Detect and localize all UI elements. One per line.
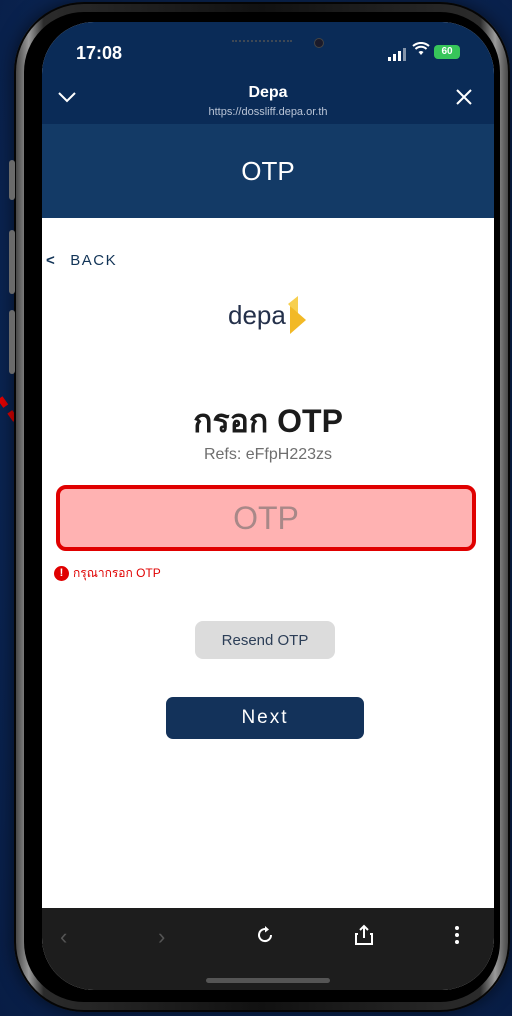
status-bar: 17:08 60 [42,22,494,82]
error-text: กรุณากรอก OTP [73,566,161,580]
depa-logo: depa [228,300,286,330]
resend-otp-button[interactable]: Resend OTP [195,621,335,659]
volume-up-button [9,230,15,294]
camera-icon [314,38,324,48]
forward-arrow-icon[interactable]: › [158,924,165,950]
error-icon: ! [54,566,69,581]
logo-mark-arrow [290,306,306,334]
battery-indicator: 60 [434,45,460,59]
status-time: 17:08 [76,43,123,63]
more-icon[interactable] [454,924,460,952]
close-icon[interactable] [454,86,474,114]
otp-input[interactable] [56,485,476,551]
side-button [9,160,15,200]
back-arrow-icon[interactable]: ‹ [60,924,67,950]
home-indicator [206,978,330,983]
share-icon[interactable] [354,924,374,952]
browser-header: Depa https://dossliff.depa.or.th [42,82,494,124]
refs-code: Refs: eFfpH223zs [203,446,333,463]
volume-down-button [9,310,15,374]
chevron-left-icon: < [46,252,57,269]
error-message: ! กรุณากรอก OTP [54,564,161,583]
form-title: กรอก OTP [193,403,343,439]
wifi-icon [412,42,430,61]
back-label: BACK [70,252,118,269]
page-title: OTP [42,124,494,218]
browser-url: https://dossliff.depa.or.th [208,106,328,118]
speaker-grille [232,40,292,50]
back-button[interactable]: < BACK [46,252,117,269]
browser-toolbar: ‹ › [42,908,494,990]
phone-screen: 17:08 60 Depa https://dossliff.depa.or.t… [42,22,494,990]
signal-icon [388,48,406,61]
reload-icon[interactable] [254,924,276,952]
browser-title: Depa [248,84,288,101]
next-button[interactable]: Next [166,697,364,739]
